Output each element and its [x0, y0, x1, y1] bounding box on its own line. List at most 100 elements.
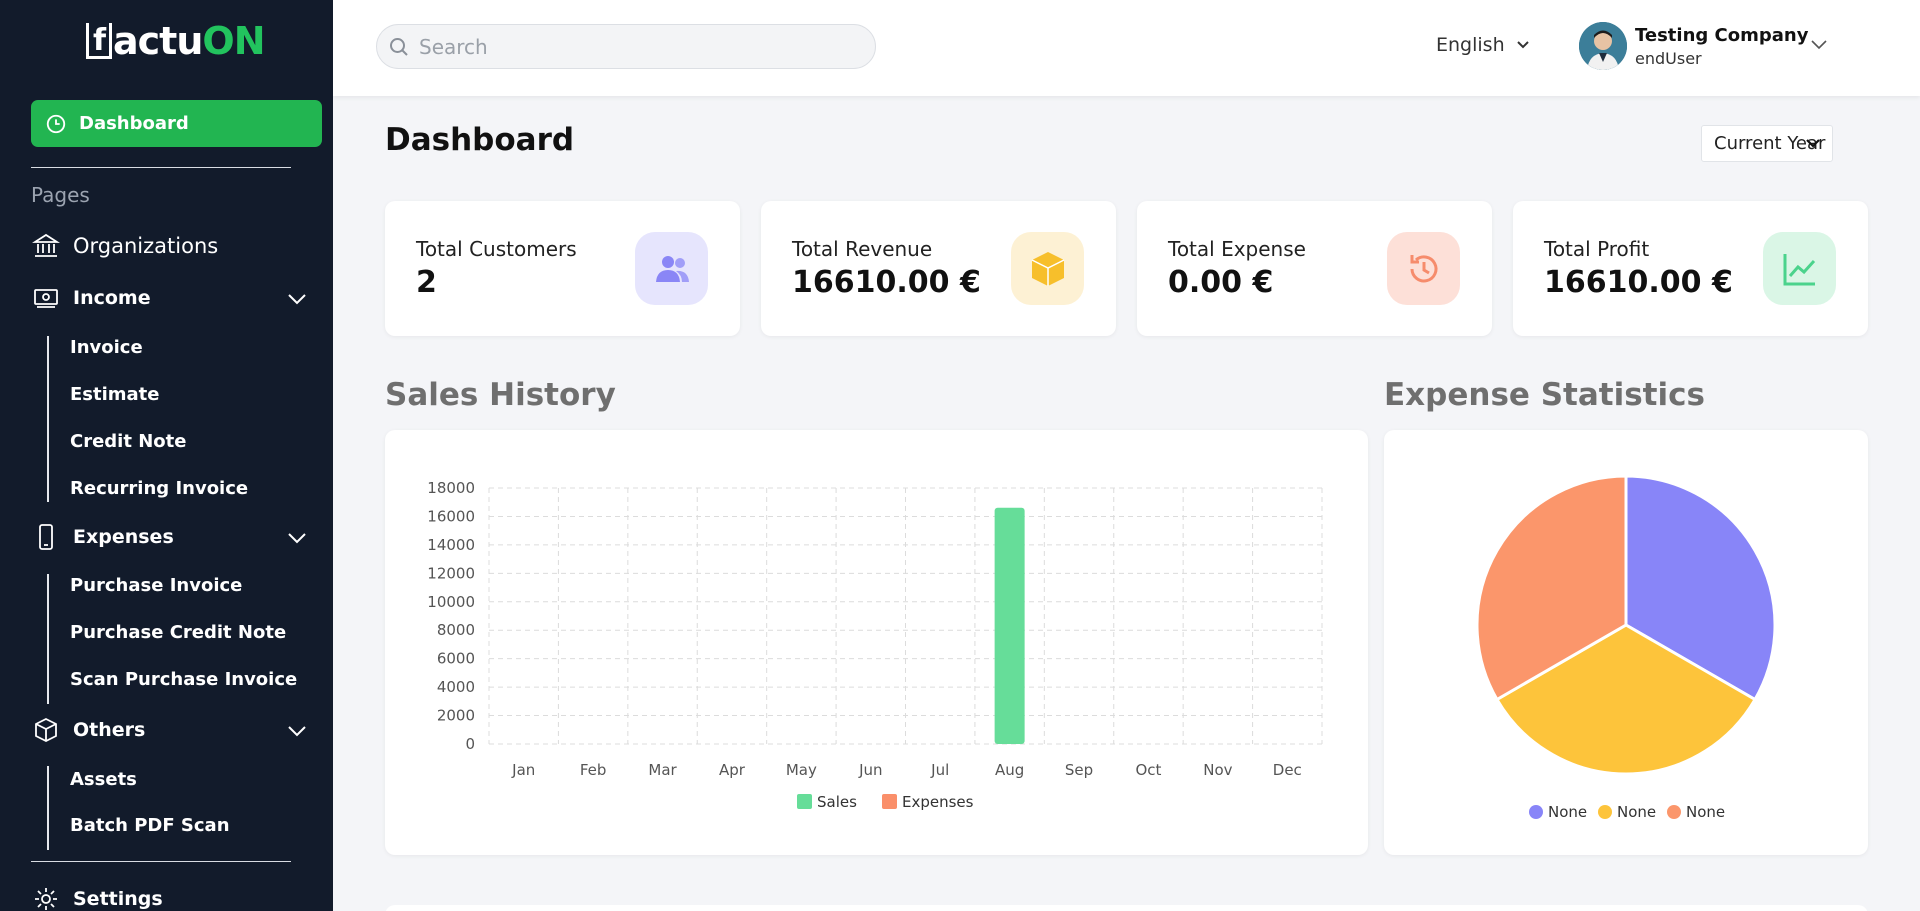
legend-label: None: [1686, 803, 1725, 821]
chevron-down-icon[interactable]: [287, 293, 307, 305]
y-tick-label: 10000: [427, 593, 475, 611]
sidebar-item-purchase-invoice[interactable]: Purchase Invoice: [70, 575, 242, 596]
sidebar-item-assets[interactable]: Assets: [70, 769, 137, 790]
stat-value: 16610.00 €: [792, 265, 981, 300]
sidebar-item-credit-note[interactable]: Credit Note: [70, 431, 186, 452]
x-tick-label: Nov: [1203, 761, 1232, 779]
sidebar-item-label: Income: [73, 287, 151, 309]
expense-chart-panel: None None None: [1384, 430, 1868, 855]
y-tick-label: 6000: [437, 650, 475, 668]
legend-swatch: [1598, 805, 1612, 819]
chevron-down-icon[interactable]: [1811, 40, 1827, 50]
language-label: English: [1436, 34, 1505, 56]
sidebar-item-label: Settings: [73, 888, 163, 910]
sidebar-item-label: Expenses: [73, 526, 174, 548]
expense-pie-chart: None None None: [1475, 474, 1777, 821]
sidebar-item-dashboard[interactable]: Dashboard: [31, 100, 322, 147]
sidebar-item-scan-purchase-invoice[interactable]: Scan Purchase Invoice: [70, 669, 297, 690]
trend-icon: [1763, 232, 1836, 305]
expense-statistics-title: Expense Statistics: [1384, 377, 1705, 413]
users-icon: [635, 232, 708, 305]
sidebar-item-estimate[interactable]: Estimate: [70, 384, 160, 405]
x-tick-label: Mar: [648, 761, 677, 779]
sidebar-divider: [31, 167, 291, 168]
chevron-down-icon[interactable]: [287, 532, 307, 544]
stat-value: 16610.00 €: [1544, 265, 1733, 300]
y-tick-label: 18000: [427, 479, 475, 497]
sidebar-item-others[interactable]: Others: [31, 715, 145, 745]
sidebar-item-label: Others: [73, 719, 146, 741]
submenu-line: [47, 336, 49, 502]
y-tick-label: 14000: [427, 536, 475, 554]
history-icon: [1387, 232, 1460, 305]
period-select[interactable]: Current Year: [1701, 125, 1833, 162]
x-tick-label: Oct: [1135, 761, 1161, 779]
cube-icon: [31, 715, 61, 745]
sidebar-item-organizations[interactable]: Organizations: [31, 231, 218, 261]
y-tick-label: 16000: [427, 507, 475, 525]
avatar[interactable]: [1579, 22, 1627, 70]
sidebar: f actu ON Dashboard Pages Organizations …: [0, 0, 333, 911]
sidebar-item-label: Organizations: [73, 234, 219, 258]
sidebar-item-invoice[interactable]: Invoice: [70, 337, 143, 358]
x-tick-label: Aug: [995, 761, 1024, 779]
search-input[interactable]: [419, 34, 839, 59]
user-role: endUser: [1635, 49, 1702, 68]
phone-icon: [31, 522, 61, 552]
search-icon: [390, 37, 408, 56]
x-tick-label: Apr: [719, 761, 746, 779]
bank-icon: [31, 231, 61, 261]
legend-label: None: [1548, 803, 1587, 821]
legend-swatch: [797, 794, 812, 809]
sales-chart-panel: 0 2000 4000 6000 8000 10000 12000 14000 16000 180…: [385, 430, 1368, 855]
y-tick-label: 4000: [437, 678, 475, 696]
user-avatar-icon: [1579, 22, 1627, 70]
x-tick-label: May: [786, 761, 817, 779]
cash-icon: [31, 283, 61, 313]
stat-label: Total Revenue: [792, 237, 933, 261]
logo-f: f: [86, 23, 112, 59]
submenu-line: [47, 766, 49, 850]
legend-label: Sales: [817, 793, 857, 811]
stat-card-customers: Total Customers 2: [385, 201, 740, 336]
language-selector[interactable]: English: [1436, 34, 1529, 56]
x-tick-label: Jul: [930, 761, 949, 779]
y-tick-label: 8000: [437, 621, 475, 639]
sidebar-item-batch-pdf-scan[interactable]: Batch PDF Scan: [70, 815, 230, 836]
x-tick-label: Feb: [580, 761, 607, 779]
y-tick-label: 12000: [427, 564, 475, 582]
top-header: English Testing Company endUser: [333, 0, 1920, 96]
sidebar-item-label: Dashboard: [79, 113, 189, 134]
sidebar-item-purchase-credit-note[interactable]: Purchase Credit Note: [70, 622, 286, 643]
clock-icon: [46, 114, 66, 133]
bar-sales: [994, 507, 1025, 744]
page-title: Dashboard: [385, 122, 575, 158]
app-logo[interactable]: f actu ON: [86, 18, 266, 64]
stat-label: Total Expense: [1168, 237, 1306, 261]
sidebar-item-settings[interactable]: Settings: [31, 884, 163, 911]
search-box[interactable]: [376, 24, 876, 69]
stat-value: 0.00 €: [1168, 265, 1274, 300]
gear-icon: [31, 884, 61, 911]
chevron-down-icon: [1516, 41, 1529, 49]
sidebar-item-expenses[interactable]: Expenses: [31, 522, 174, 552]
legend-swatch: [1667, 805, 1681, 819]
sidebar-divider: [31, 861, 291, 862]
bottom-panel: [385, 905, 1868, 911]
x-tick-label: Jan: [511, 761, 535, 779]
logo-text: actu: [113, 19, 203, 63]
submenu-line: [47, 574, 49, 704]
sidebar-item-recurring-invoice[interactable]: Recurring Invoice: [70, 478, 248, 499]
y-tick-label: 0: [465, 735, 475, 753]
stat-value: 2: [416, 265, 437, 300]
sidebar-item-income[interactable]: Income: [31, 283, 151, 313]
box-icon: [1011, 232, 1084, 305]
user-name[interactable]: Testing Company: [1635, 25, 1808, 46]
logo-accent: ON: [202, 19, 265, 63]
chevron-down-icon: [1806, 139, 1820, 148]
sales-history-title: Sales History: [385, 377, 616, 413]
x-tick-label: Sep: [1065, 761, 1093, 779]
chevron-down-icon[interactable]: [287, 725, 307, 737]
legend-label: None: [1617, 803, 1656, 821]
stat-card-expense: Total Expense 0.00 €: [1137, 201, 1492, 336]
